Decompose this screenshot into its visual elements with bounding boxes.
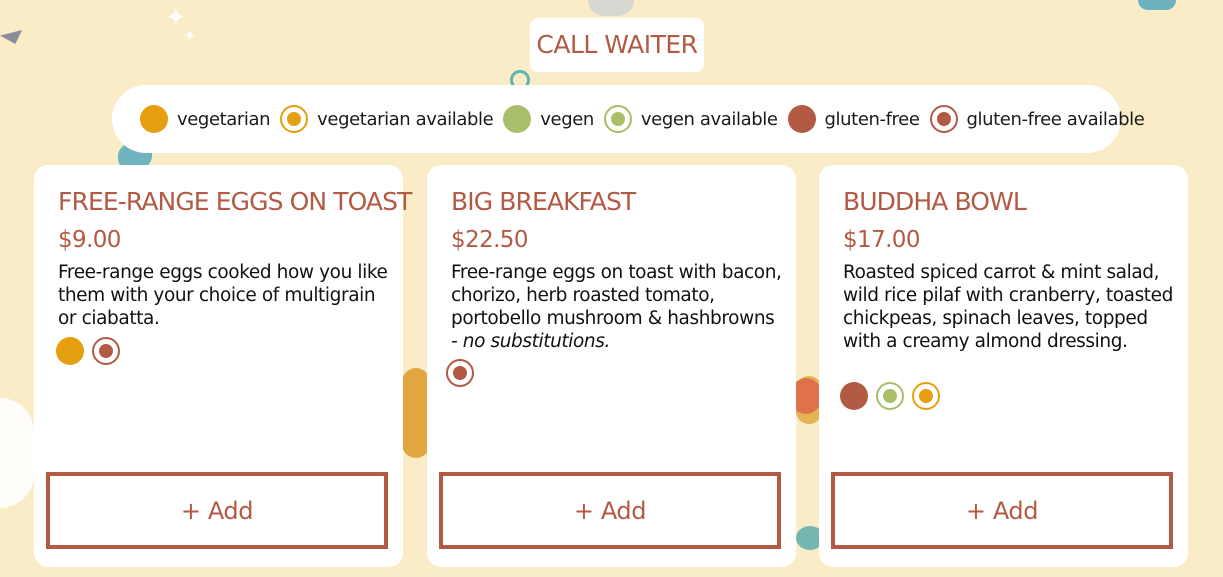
legend-item-vegetarian-available: vegetarian available: [280, 105, 494, 133]
menu-item-card: BUDDHA BOWL $17.00 Roasted spiced carrot…: [819, 165, 1188, 567]
legend-label: vegen: [540, 108, 594, 130]
legend-item-vegan: vegen: [503, 105, 594, 133]
vegetarian-available-ring-icon: [912, 382, 940, 410]
legend-label: vegen available: [640, 108, 778, 130]
vegetarian-available-ring-icon: [280, 105, 309, 133]
call-waiter-button[interactable]: CALL WAITER: [530, 18, 704, 72]
legend-item-gluten-free-available: gluten-free available: [929, 105, 1145, 133]
gluten-free-available-ring-icon: [446, 359, 474, 387]
menu-item-description: Free-range eggs on toast with bacon, cho…: [451, 262, 782, 352]
add-to-order-button[interactable]: + Add: [439, 472, 781, 549]
gluten-free-dot-icon: [840, 382, 868, 410]
legend-label: vegetarian: [177, 108, 271, 130]
legend-item-gluten-free: gluten-free: [787, 105, 920, 133]
dietary-legend: vegetarian vegetarian available vegen ve…: [112, 85, 1145, 153]
menu-item-title: FREE-RANGE EGGS ON TOAST: [58, 187, 412, 216]
legend-label: vegetarian available: [317, 108, 494, 130]
menu-item-card: BIG BREAKFAST $22.50 Free-range eggs on …: [427, 165, 796, 567]
add-to-order-button[interactable]: + Add: [831, 472, 1173, 549]
sparkle-icon: ✦: [183, 26, 197, 45]
dietary-badges: [56, 337, 120, 365]
dietary-badges: [446, 359, 474, 387]
background-cup-decoration: [588, 0, 634, 16]
menu-item-note: - no substitutions.: [451, 331, 610, 352]
legend-item-vegetarian: vegetarian: [140, 105, 271, 133]
vegan-available-ring-icon: [603, 105, 632, 133]
vegan-dot-icon: [503, 105, 532, 133]
legend-item-vegan-available: vegen available: [603, 105, 778, 133]
legend-label: gluten-free available: [966, 108, 1145, 130]
menu-item-price: $22.50: [451, 227, 528, 253]
background-leaf-decoration: [0, 30, 22, 44]
background-flower-decoration: [402, 368, 430, 458]
background-flower-decoration: [0, 398, 34, 508]
menu-item-card: FREE-RANGE EGGS ON TOAST $9.00 Free-rang…: [34, 165, 412, 567]
menu-item-price: $17.00: [843, 227, 920, 253]
menu-item-description: Free-range eggs cooked how you like them…: [58, 262, 388, 329]
menu-item-title: BUDDHA BOWL: [843, 187, 1027, 216]
background-teal-decoration: [1138, 0, 1176, 10]
gluten-free-available-ring-icon: [92, 337, 120, 365]
gluten-free-dot-icon: [787, 105, 816, 133]
menu-item-description: Roasted spiced carrot & mint salad, wild…: [843, 262, 1173, 352]
vegetarian-dot-icon: [140, 105, 168, 133]
vegetarian-dot-icon: [56, 337, 84, 365]
gluten-free-available-ring-icon: [929, 105, 958, 133]
add-to-order-button[interactable]: + Add: [46, 472, 388, 549]
menu-item-title: BIG BREAKFAST: [451, 187, 636, 216]
vegan-available-ring-icon: [876, 382, 904, 410]
dietary-badges: [840, 382, 940, 410]
menu-item-price: $9.00: [58, 227, 121, 253]
legend-label: gluten-free: [824, 108, 920, 130]
